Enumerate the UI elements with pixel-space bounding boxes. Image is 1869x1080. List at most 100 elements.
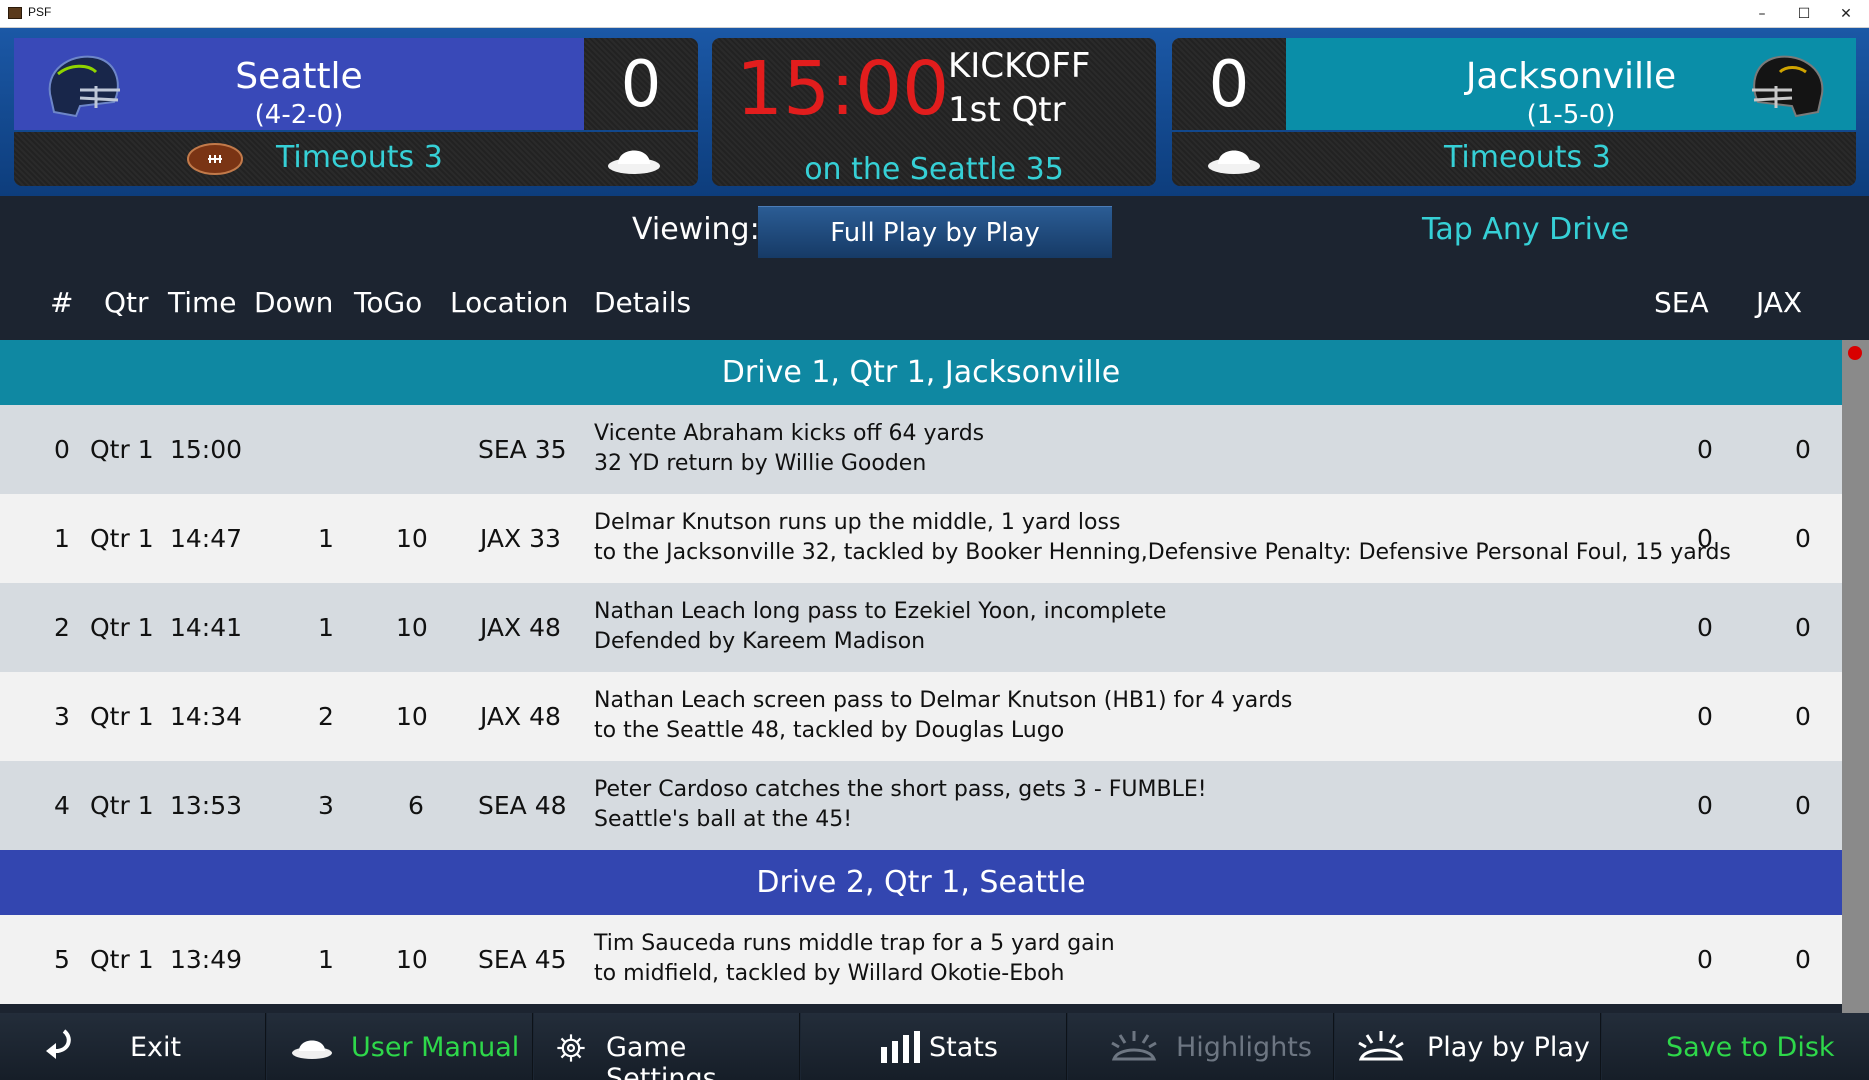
play-down: 1 [318, 524, 334, 553]
play-row[interactable]: 0 Qtr 1 15:00 SEA 35 Vicente Abraham kic… [0, 405, 1842, 494]
play-location: SEA 45 [478, 945, 567, 974]
play-detail-line2: to the Jacksonville 32, tackled by Booke… [594, 540, 1731, 565]
game-settings-label: Game Settings [606, 1032, 717, 1080]
play-togo: 10 [396, 945, 428, 974]
play-location: JAX 33 [480, 524, 561, 553]
highlights-icon [1111, 1031, 1157, 1061]
away-team-panel: Jacksonville (1-5-0) [1286, 38, 1856, 130]
play-away-score: 0 [1795, 791, 1811, 820]
play-quarter: Qtr 1 [90, 613, 154, 642]
maximize-button[interactable]: ☐ [1784, 0, 1824, 28]
drive-header[interactable]: Drive 1, Qtr 1, Jacksonville [0, 340, 1842, 405]
play-detail-line1: Vicente Abraham kicks off 64 yards [594, 421, 985, 446]
home-score: 0 [620, 48, 662, 122]
viewing-label: Viewing: [632, 212, 760, 247]
home-team-record: (4-2-0) [254, 100, 344, 130]
play-number: 3 [54, 702, 70, 731]
play-quarter: Qtr 1 [90, 945, 154, 974]
hat-icon [292, 1040, 332, 1059]
exit-button[interactable]: Exit [0, 1013, 266, 1080]
play-row[interactable]: 5 Qtr 1 13:49 1 10 SEA 45 Tim Sauceda ru… [0, 915, 1842, 1004]
play-away-score: 0 [1795, 613, 1811, 642]
game-clock-panel: 15:00 KICKOFF 1st Qtr on the Seattle 35 [712, 38, 1156, 187]
play-row[interactable]: 4 Qtr 1 13:53 3 6 SEA 48 Peter Cardoso c… [0, 761, 1842, 850]
away-score-panel: 0 [1172, 38, 1286, 130]
play-away-score: 0 [1795, 702, 1811, 731]
play-detail-line2: Seattle's ball at the 45! [594, 807, 853, 832]
away-timeouts: Timeouts 3 [1444, 140, 1611, 175]
play-quarter: Qtr 1 [90, 524, 154, 553]
user-manual-button[interactable]: User Manual [267, 1013, 533, 1080]
play-detail-line2: to midfield, tackled by Willard Okotie-E… [594, 961, 1065, 986]
play-detail-line1: Peter Cardoso catches the short pass, ge… [594, 777, 1207, 802]
play-away-score: 0 [1795, 524, 1811, 553]
play-number: 5 [54, 945, 70, 974]
scoreboard: Seattle (4-2-0) 0 Timeouts 3 15:00 KICKO… [0, 28, 1869, 196]
drive-header[interactable]: Drive 2, Qtr 1, Seattle [0, 850, 1842, 915]
play-status: KICKOFF [948, 46, 1091, 86]
play-down: 1 [318, 613, 334, 642]
game-settings-button[interactable]: Game Settings [534, 1013, 800, 1080]
play-location: JAX 48 [480, 613, 561, 642]
bar-chart-icon [881, 1031, 920, 1063]
view-mode-button[interactable]: Full Play by Play [758, 206, 1112, 258]
play-home-score: 0 [1697, 524, 1713, 553]
window-titlebar: PSF – ☐ ✕ [0, 0, 1869, 28]
play-time: 14:47 [170, 524, 243, 553]
play-home-score: 0 [1697, 613, 1713, 642]
play-down: 2 [318, 702, 334, 731]
play-row[interactable]: 3 Qtr 1 14:34 2 10 JAX 48 Nathan Leach s… [0, 672, 1842, 761]
quarter-label: 1st Qtr [948, 90, 1066, 130]
play-home-score: 0 [1697, 435, 1713, 464]
col-home-score: SEA [1654, 286, 1709, 319]
play-detail-line2: Defended by Kareem Madison [594, 629, 926, 654]
minimize-button[interactable]: – [1742, 0, 1782, 28]
col-location: Location [450, 286, 569, 319]
play-quarter: Qtr 1 [90, 702, 154, 731]
window-title: PSF [28, 5, 52, 19]
play-detail-line2: to the Seattle 48, tackled by Douglas Lu… [594, 718, 1065, 743]
play-time: 13:49 [170, 945, 243, 974]
play-location: SEA 35 [478, 435, 567, 464]
play-detail-line1: Nathan Leach long pass to Ezekiel Yoon, … [594, 599, 1167, 624]
play-togo: 10 [396, 702, 428, 731]
exit-label: Exit [130, 1032, 182, 1063]
tap-drive-hint[interactable]: Tap Any Drive [1422, 212, 1629, 247]
exit-arrow-icon [46, 1029, 71, 1059]
play-detail-line1: Delmar Knutson runs up the middle, 1 yar… [594, 510, 1121, 535]
play-quarter: Qtr 1 [90, 791, 154, 820]
play-togo: 6 [408, 791, 424, 820]
ball-location: on the Seattle 35 [804, 152, 1064, 187]
close-button[interactable]: ✕ [1826, 0, 1866, 28]
col-togo: ToGo [354, 286, 423, 319]
play-number: 4 [54, 791, 70, 820]
game-clock: 15:00 [736, 46, 950, 132]
home-team-name: Seattle [235, 56, 363, 97]
play-number: 2 [54, 613, 70, 642]
stats-button[interactable]: Stats [801, 1013, 1067, 1080]
save-to-disk-button[interactable]: Save to Disk [1602, 1013, 1869, 1080]
play-away-score: 0 [1795, 435, 1811, 464]
play-detail-line1: Nathan Leach screen pass to Delmar Knuts… [594, 688, 1293, 713]
play-time: 14:41 [170, 613, 243, 642]
home-timeouts-bar: Timeouts 3 [14, 132, 698, 186]
play-down: 1 [318, 945, 334, 974]
stats-label: Stats [929, 1032, 998, 1063]
gear-icon [557, 1034, 585, 1062]
play-by-play-list[interactable]: Drive 1, Qtr 1, Jacksonville 0 Qtr 1 15:… [0, 340, 1842, 1013]
scroll-position-indicator[interactable] [1848, 346, 1862, 360]
jacksonville-helmet-icon [1752, 55, 1824, 118]
highlights-label: Highlights [1176, 1032, 1312, 1063]
col-time: Time [168, 286, 237, 319]
play-home-score: 0 [1697, 791, 1713, 820]
play-row[interactable]: 1 Qtr 1 14:47 1 10 JAX 33 Delmar Knutson… [0, 494, 1842, 583]
play-row[interactable]: 2 Qtr 1 14:41 1 10 JAX 48 Nathan Leach l… [0, 583, 1842, 672]
play-down: 3 [318, 791, 334, 820]
home-timeouts: Timeouts 3 [276, 140, 443, 175]
play-togo: 10 [396, 524, 428, 553]
play-location: JAX 48 [480, 702, 561, 731]
play-home-score: 0 [1697, 702, 1713, 731]
play-list-scrollbar[interactable] [1842, 340, 1869, 1013]
app-icon [8, 7, 22, 19]
play-by-play-button[interactable]: Play by Play [1335, 1013, 1601, 1080]
